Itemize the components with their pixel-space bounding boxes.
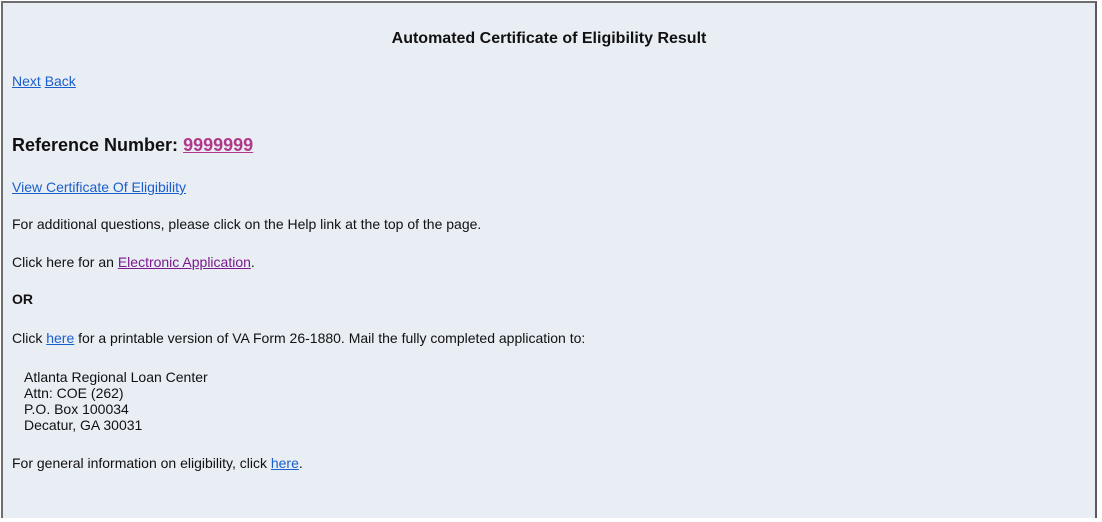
address-line-1: Atlanta Regional Loan Center xyxy=(24,369,208,385)
printable-form-link[interactable]: here xyxy=(46,330,74,346)
general-suffix: . xyxy=(298,455,303,471)
reference-number-label: Reference Number: xyxy=(12,135,179,155)
help-text: For additional questions, please click o… xyxy=(12,216,482,232)
general-prefix: For general information on eligibility, … xyxy=(12,455,271,471)
electronic-application-line: Click here for an Electronic Application… xyxy=(12,254,255,270)
coe-result-panel: Automated Certificate of Eligibility Res… xyxy=(1,1,1097,518)
or-label: OR xyxy=(12,291,33,307)
address-line-3: P.O. Box 100034 xyxy=(24,401,129,417)
mailing-address: Atlanta Regional Loan Center Attn: COE (… xyxy=(24,369,208,433)
electronic-application-link[interactable]: Electronic Application xyxy=(118,254,251,270)
general-info-link[interactable]: here xyxy=(271,455,299,471)
reference-number-heading: Reference Number: 9999999 xyxy=(12,135,253,156)
electronic-prefix: Click here for an xyxy=(12,254,118,270)
electronic-suffix: . xyxy=(250,254,255,270)
page-title: Automated Certificate of Eligibility Res… xyxy=(391,30,707,47)
general-info-line: For general information on eligibility, … xyxy=(12,455,303,471)
printable-form-line: Click here for a printable version of VA… xyxy=(12,330,585,346)
printable-suffix: for a printable version of VA Form 26-18… xyxy=(74,330,586,346)
reference-number-value[interactable]: 9999999 xyxy=(183,135,253,155)
view-coe-line: View Certificate Of Eligibility xyxy=(12,179,186,195)
address-line-2: Attn: COE (262) xyxy=(24,385,124,401)
address-line-4: Decatur, GA 30031 xyxy=(24,417,143,433)
view-coe-link[interactable]: View Certificate Of Eligibility xyxy=(12,179,186,195)
nav-links: Next Back xyxy=(12,73,76,89)
printable-prefix: Click xyxy=(12,330,47,346)
back-link[interactable]: Back xyxy=(45,73,76,89)
next-link[interactable]: Next xyxy=(12,73,41,89)
